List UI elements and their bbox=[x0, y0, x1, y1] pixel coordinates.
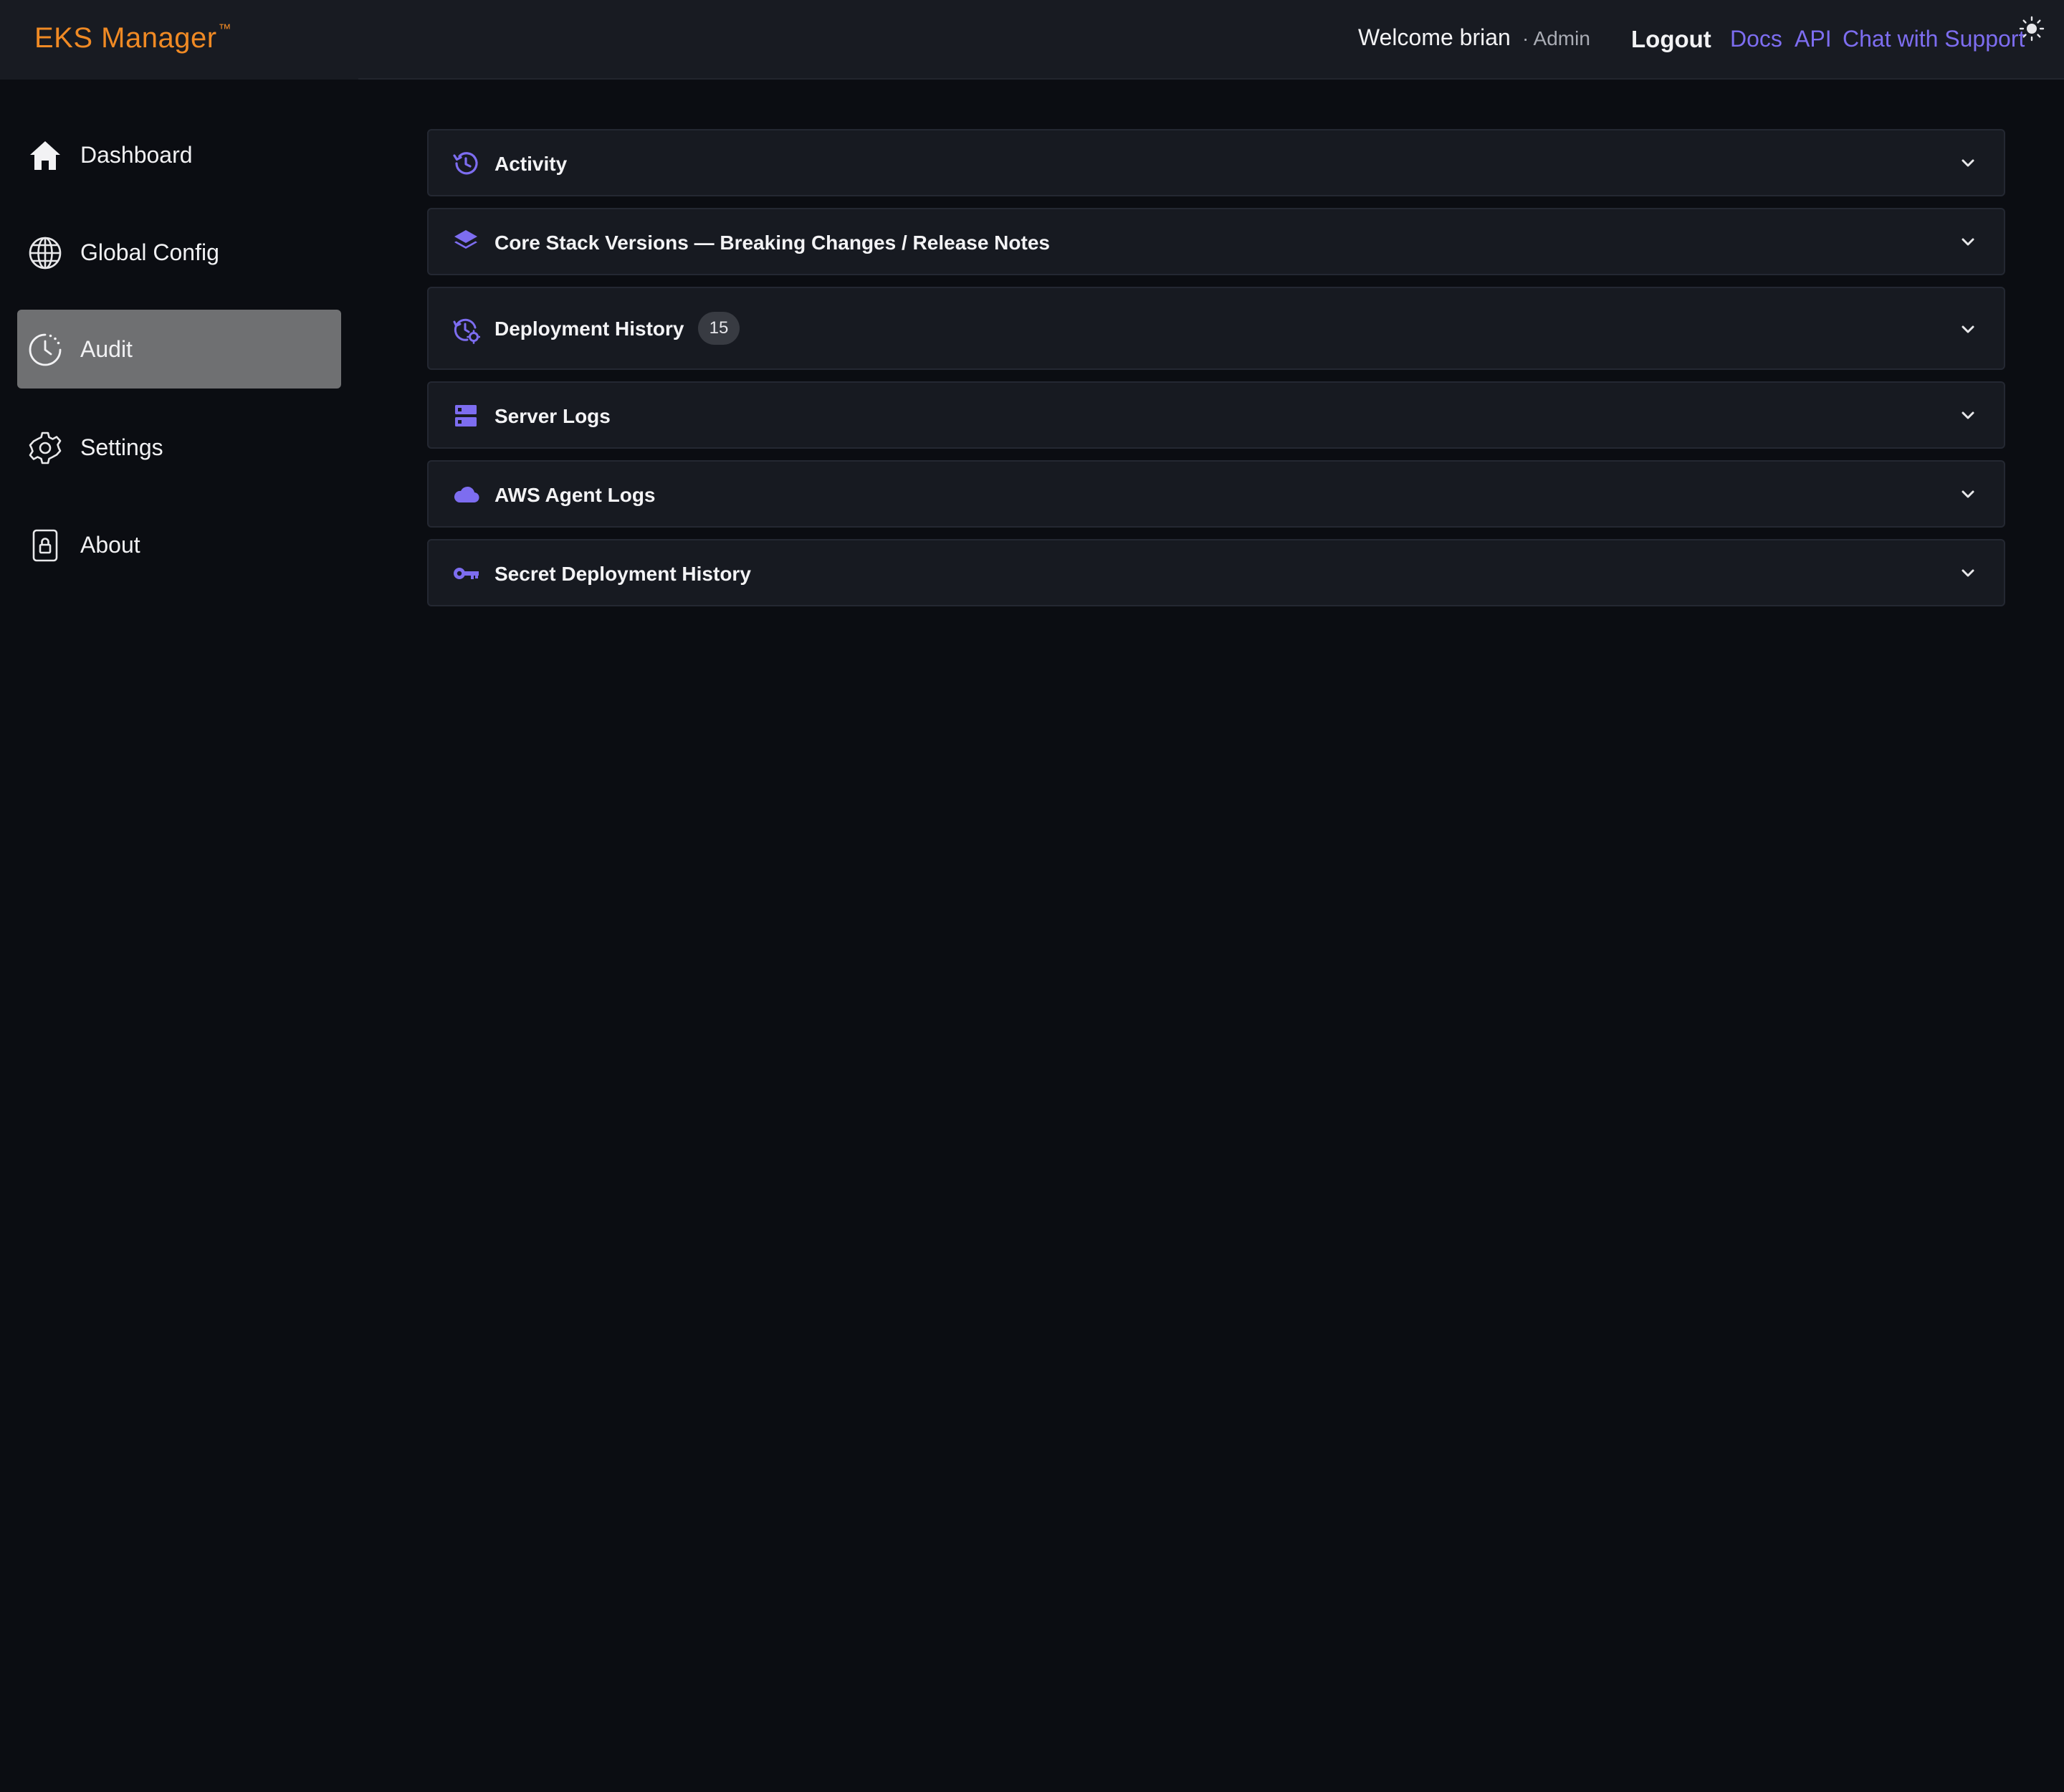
brand-name: EKS Manager bbox=[34, 22, 217, 54]
chevron-down-icon bbox=[1962, 238, 1974, 246]
sidebar-item-about[interactable]: About bbox=[17, 505, 341, 584]
welcome-text: Welcome brian bbox=[1358, 24, 1511, 50]
panel-title: Activity bbox=[494, 153, 568, 175]
sun-icon bbox=[2019, 16, 2045, 42]
server-icon bbox=[455, 405, 477, 426]
panel-secret-deployment-history[interactable]: Secret Deployment History bbox=[427, 539, 2005, 606]
gear-icon bbox=[29, 432, 62, 464]
sidebar-item-audit[interactable]: Audit bbox=[17, 310, 341, 389]
trademark-mark: ™ bbox=[218, 22, 232, 36]
panel-deployment-history[interactable]: Deployment History 15 bbox=[427, 287, 2005, 370]
panel-title: Server Logs bbox=[494, 405, 611, 427]
panel-title: Secret Deployment History bbox=[494, 563, 751, 585]
chat-support-link[interactable]: Chat with Support bbox=[1843, 26, 2025, 52]
chevron-down-icon bbox=[1962, 569, 1974, 577]
app-brand[interactable]: EKS Manager ™ bbox=[34, 22, 231, 54]
panel-title: Core Stack Versions — Breaking Changes /… bbox=[494, 232, 1050, 254]
sidebar-item-label: Settings bbox=[80, 434, 163, 460]
docs-link[interactable]: Docs bbox=[1730, 26, 1782, 52]
panel-core-stack-versions[interactable]: Core Stack Versions — Breaking Changes /… bbox=[427, 208, 2005, 275]
count-badge: 15 bbox=[698, 312, 740, 345]
header-divider bbox=[0, 77, 358, 80]
lock-icon bbox=[32, 529, 58, 562]
panel-server-logs[interactable]: Server Logs bbox=[427, 381, 2005, 449]
cloud-icon bbox=[454, 486, 479, 503]
chevron-down-icon bbox=[1962, 490, 1974, 498]
home-icon bbox=[30, 141, 60, 170]
sidebar-item-global-config[interactable]: Global Config bbox=[17, 213, 341, 292]
panel-activity[interactable]: Activity bbox=[427, 129, 2005, 196]
history-gear-icon bbox=[453, 318, 480, 344]
history-icon bbox=[453, 152, 478, 175]
panel-title: Deployment History bbox=[494, 318, 684, 340]
sidebar-item-label: Global Config bbox=[80, 239, 219, 265]
clock-icon bbox=[29, 333, 62, 366]
top-header: EKS Manager ™ Welcome brian · Admin Logou… bbox=[0, 0, 2064, 80]
api-link[interactable]: API bbox=[1795, 26, 1832, 52]
sidebar-item-settings[interactable]: Settings bbox=[17, 408, 341, 487]
sidebar-item-label: Audit bbox=[80, 336, 133, 362]
sidebar-item-label: About bbox=[80, 532, 140, 558]
globe-icon bbox=[29, 237, 62, 270]
logout-button[interactable]: Logout bbox=[1631, 26, 1711, 53]
chevron-down-icon bbox=[1962, 325, 1974, 333]
key-icon bbox=[454, 568, 479, 579]
chevron-down-icon bbox=[1962, 411, 1974, 419]
sidebar-item-dashboard[interactable]: Dashboard bbox=[17, 115, 341, 194]
panel-title: AWS Agent Logs bbox=[494, 484, 656, 506]
user-role: · Admin bbox=[1522, 27, 1590, 49]
layers-icon bbox=[454, 230, 477, 249]
theme-toggle-button[interactable] bbox=[2019, 16, 2045, 42]
panel-aws-agent-logs[interactable]: AWS Agent Logs bbox=[427, 460, 2005, 528]
sidebar-item-label: Dashboard bbox=[80, 142, 193, 168]
chevron-down-icon bbox=[1962, 159, 1974, 167]
